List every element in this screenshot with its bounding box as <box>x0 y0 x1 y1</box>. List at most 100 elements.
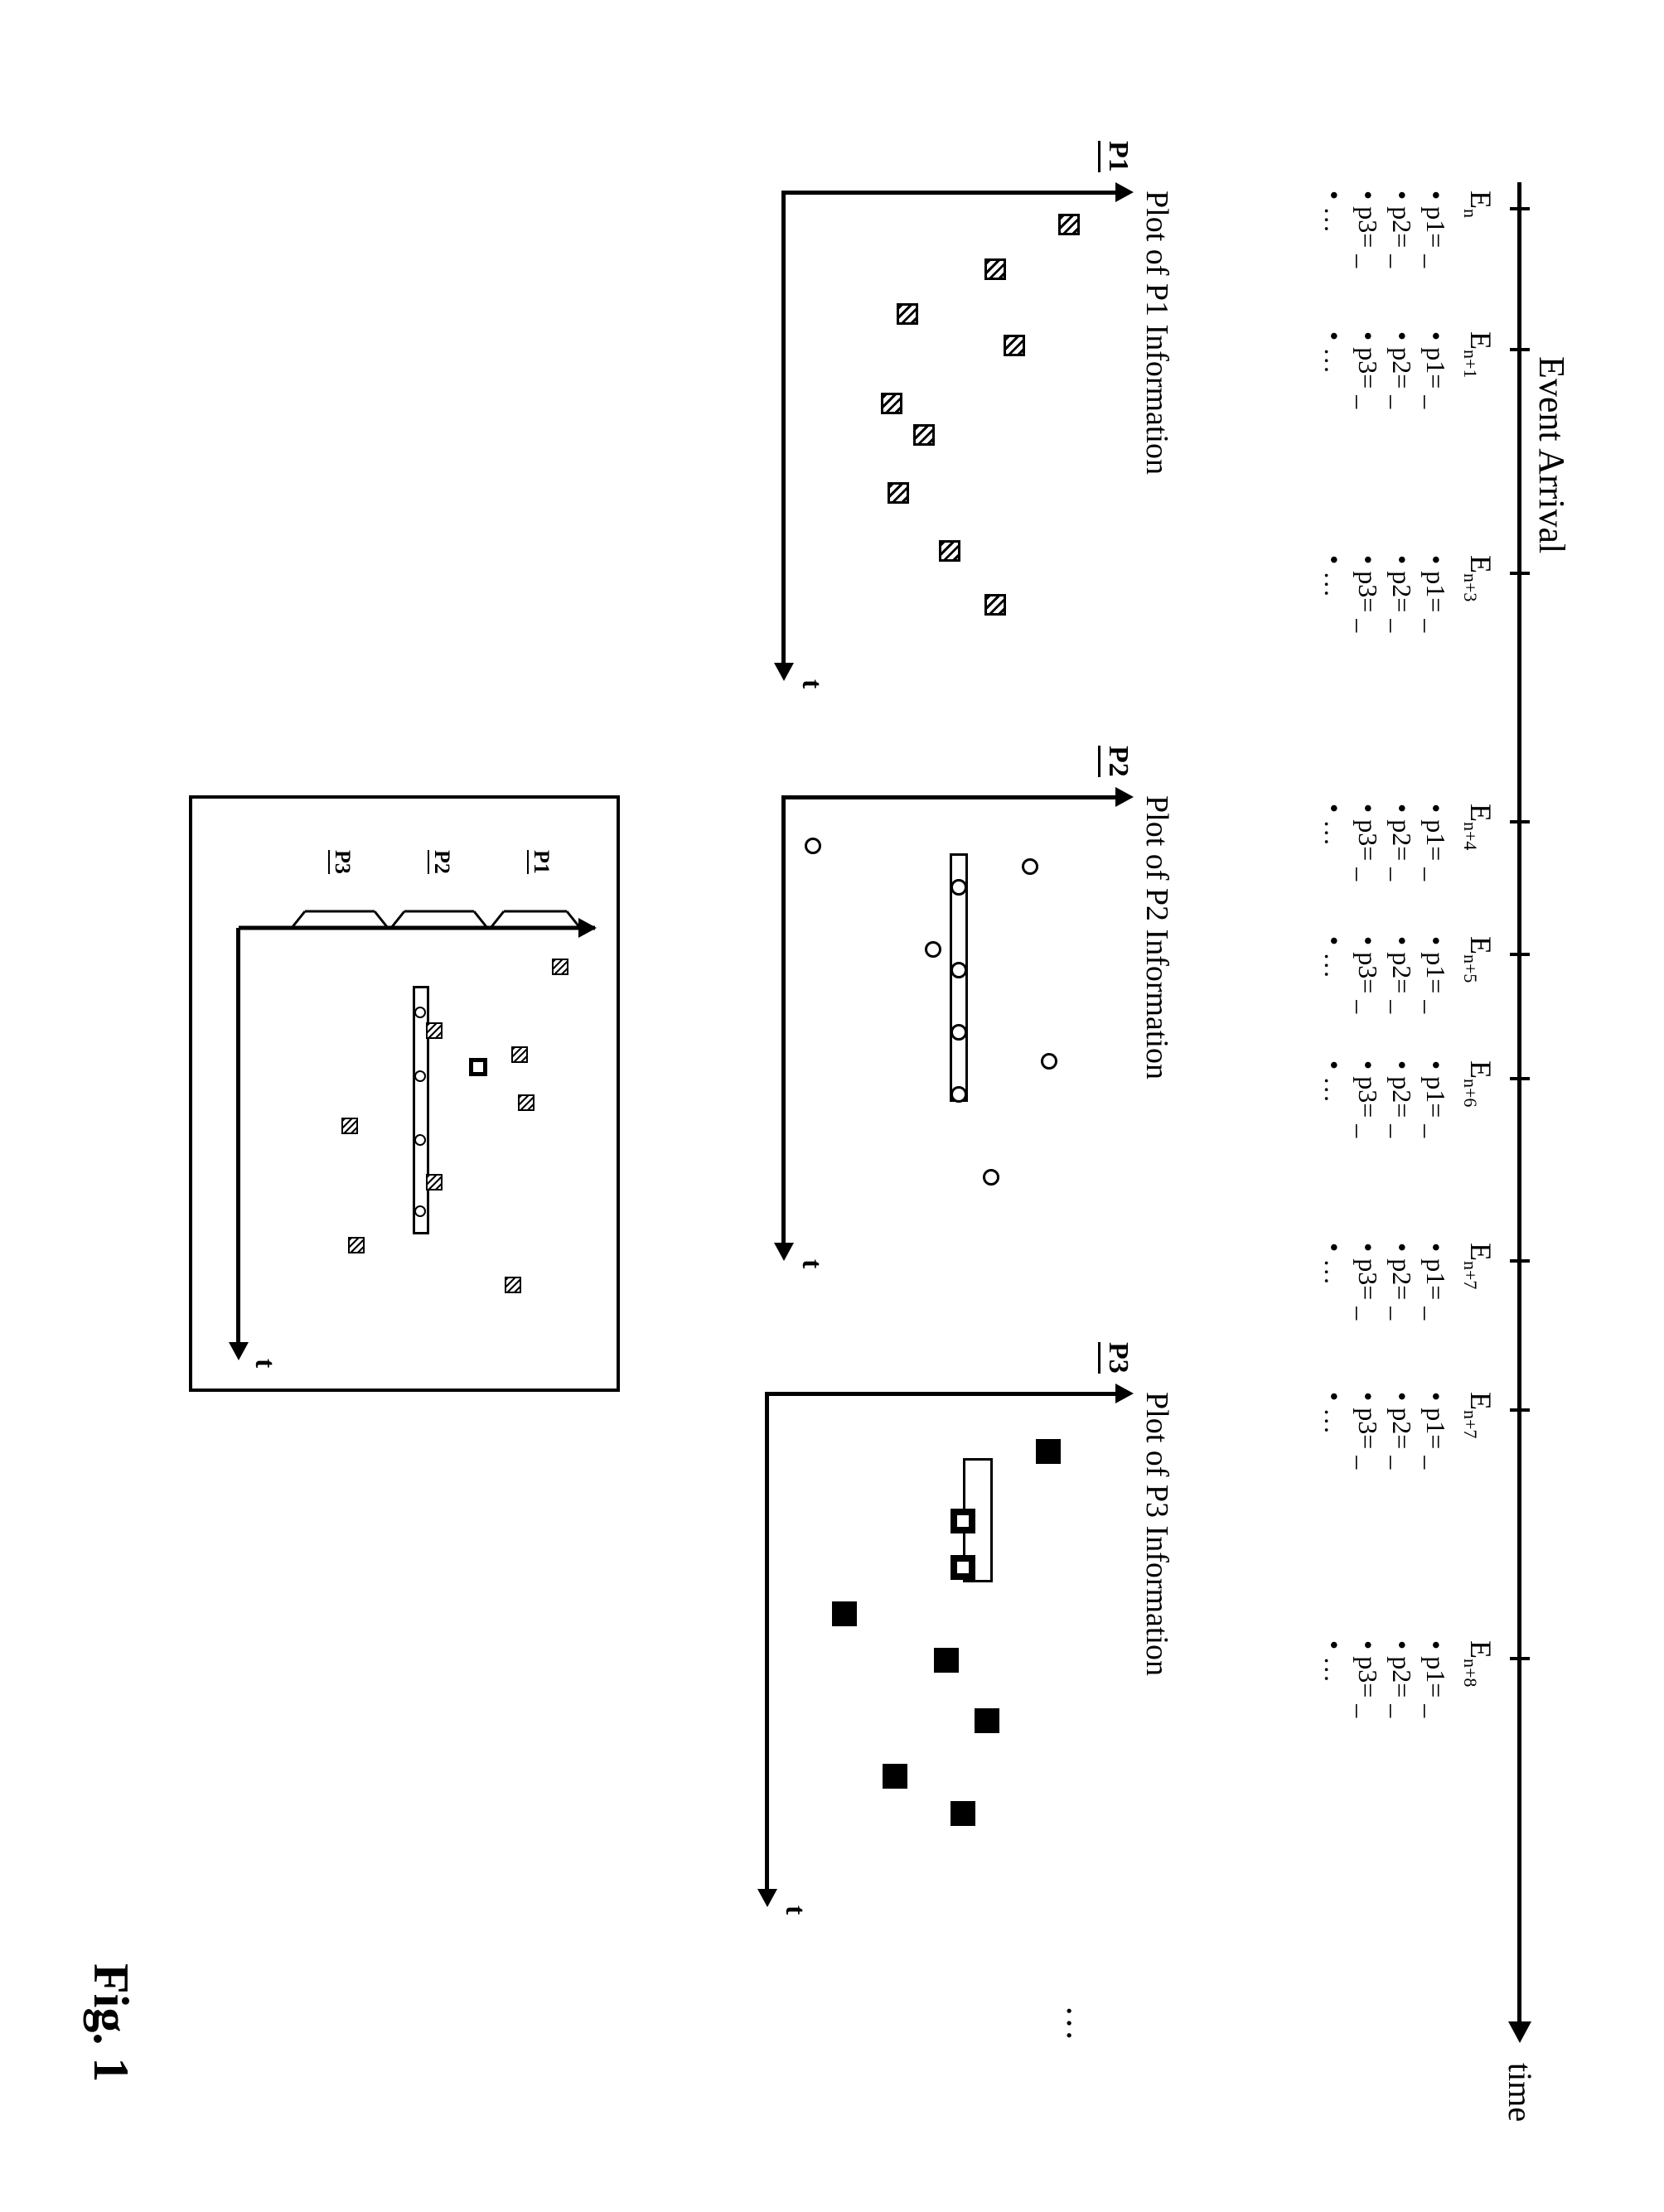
page: Event Arrival time En• p1= _• p2= _• p3=… <box>0 0 1664 2212</box>
solid-marker <box>934 1648 959 1673</box>
event-param-line: • p3= _ <box>1352 191 1383 315</box>
event-column: En+7• p1= _• p2= _• p3= _• … <box>1318 1243 1498 1367</box>
event-param-line: • p2= _ <box>1386 331 1417 456</box>
combined-marker <box>341 1118 358 1134</box>
plot-p3-x-axis <box>765 1392 769 1889</box>
hatch-marker <box>1004 335 1025 356</box>
event-column: En+6• p1= _• p2= _• p3= _• … <box>1318 1060 1498 1185</box>
event-param-line: • p2= _ <box>1386 1060 1417 1185</box>
hatch-marker <box>897 303 919 325</box>
event-label: En+4 <box>1459 804 1498 928</box>
timeline-tick <box>1510 1077 1530 1080</box>
timeline-arrow-icon <box>1508 2021 1531 2043</box>
solid-marker <box>951 1555 976 1580</box>
event-param-line: • p1= _ <box>1420 1392 1451 1516</box>
plot-p1-x-axis <box>781 191 786 663</box>
plots-ellipsis: … <box>1058 2005 1100 2041</box>
timeline-axis <box>1517 182 1521 2021</box>
event-label: En+5 <box>1459 936 1498 1060</box>
event-param-line: • p2= _ <box>1386 191 1417 315</box>
combined-marker <box>552 959 568 975</box>
event-label: En+3 <box>1459 555 1498 679</box>
solid-marker <box>951 1509 976 1533</box>
combined-x-arrow-icon <box>229 1342 249 1360</box>
timeline-tick <box>1510 572 1530 575</box>
timeline-tick <box>1510 1408 1530 1412</box>
circle-marker <box>951 962 967 978</box>
event-label: En+7 <box>1459 1243 1498 1367</box>
event-param-line: • p1= _ <box>1420 555 1451 679</box>
event-param-line: • p1= _ <box>1420 331 1451 456</box>
plot-p1-x-arrow-icon <box>774 663 794 681</box>
event-label: En+8 <box>1459 1640 1498 1765</box>
event-param-line: • p2= _ <box>1386 1243 1417 1367</box>
event-column: En+5• p1= _• p2= _• p3= _• … <box>1318 936 1498 1060</box>
event-param-line: • p3= _ <box>1352 804 1383 928</box>
solid-marker <box>883 1764 908 1789</box>
time-label: time <box>1501 2063 1540 2122</box>
plot-p2-ylabel: P2 <box>1098 746 1134 777</box>
combined-marker <box>511 1046 528 1063</box>
hatch-marker <box>881 393 902 414</box>
plot-p1-y-arrow-icon <box>1115 182 1134 202</box>
circle-marker <box>951 1024 967 1041</box>
event-param-line: • p1= _ <box>1420 1640 1451 1765</box>
combined-y-labels: P1 P2 P3 <box>226 837 595 944</box>
plot-p2-xlabel: t <box>796 1259 827 1268</box>
event-param-line: • p3= _ <box>1352 1243 1383 1367</box>
solid-marker <box>951 1801 976 1826</box>
plot-p1-title: Plot of P1 Information <box>1139 191 1175 475</box>
circle-marker <box>983 1169 999 1186</box>
event-param-line: • p3= _ <box>1352 1392 1383 1516</box>
combined-marker <box>414 1134 426 1146</box>
circle-marker <box>805 838 822 854</box>
combined-marker <box>469 1058 487 1076</box>
event-param-line: • … <box>1318 1392 1349 1516</box>
event-param-line: • … <box>1318 191 1349 315</box>
combined-marker <box>427 1174 443 1191</box>
event-param-line: • p2= _ <box>1386 1392 1417 1516</box>
plot-p3-x-arrow-icon <box>757 1889 777 1907</box>
combined-ylabel-p3: P3 <box>328 850 355 874</box>
timeline-tick <box>1510 820 1530 823</box>
plot-p2-title: Plot of P2 Information <box>1139 795 1175 1079</box>
timeline-tick <box>1510 348 1530 351</box>
combined-marker <box>414 1007 426 1018</box>
hatch-marker <box>984 594 1006 616</box>
plot-p2-x-arrow-icon <box>774 1243 794 1261</box>
combined-marker <box>505 1277 521 1293</box>
circle-marker <box>951 879 967 896</box>
hatch-marker <box>888 482 909 504</box>
event-param-line: • … <box>1318 331 1349 456</box>
plot-p3-ylabel: P3 <box>1098 1342 1134 1374</box>
event-param-line: • p1= _ <box>1420 191 1451 315</box>
plot-p1-xlabel: t <box>796 679 827 688</box>
event-column: En+1• p1= _• p2= _• p3= _• … <box>1318 331 1498 456</box>
plot-p3-xlabel: t <box>779 1905 810 1915</box>
event-param-line: • p2= _ <box>1386 1640 1417 1765</box>
solid-marker <box>832 1601 857 1626</box>
event-param-line: • p3= _ <box>1352 555 1383 679</box>
event-column: En+3• p1= _• p2= _• p3= _• … <box>1318 555 1498 679</box>
event-param-line: • p1= _ <box>1420 804 1451 928</box>
event-column: En+8 • p1= _• p2= _• p3= _• … <box>1318 1640 1498 1765</box>
combined-ylabel-p1: P1 <box>527 850 554 874</box>
event-param-line: • p3= _ <box>1352 1640 1383 1765</box>
plot-p3-y-arrow-icon <box>1115 1384 1134 1403</box>
event-param-line: • … <box>1318 1640 1349 1765</box>
circle-marker <box>1041 1053 1057 1070</box>
event-column: En+4• p1= _• p2= _• p3= _• … <box>1318 804 1498 928</box>
timeline-tick <box>1510 1657 1530 1660</box>
plot-p1-ylabel: P1 <box>1098 141 1134 172</box>
event-param-line: • p1= _ <box>1420 1243 1451 1367</box>
hatch-marker <box>913 424 935 446</box>
circle-marker <box>925 941 941 958</box>
plot-p3-y-axis <box>769 1392 1117 1396</box>
plot-p1-y-axis <box>786 191 1117 195</box>
circle-marker <box>951 1086 967 1103</box>
event-param-line: • p2= _ <box>1386 555 1417 679</box>
event-param-line: • … <box>1318 804 1349 928</box>
event-column: En• p1= _• p2= _• p3= _• … <box>1318 191 1498 315</box>
combined-marker <box>348 1237 365 1253</box>
solid-marker <box>1036 1439 1061 1464</box>
